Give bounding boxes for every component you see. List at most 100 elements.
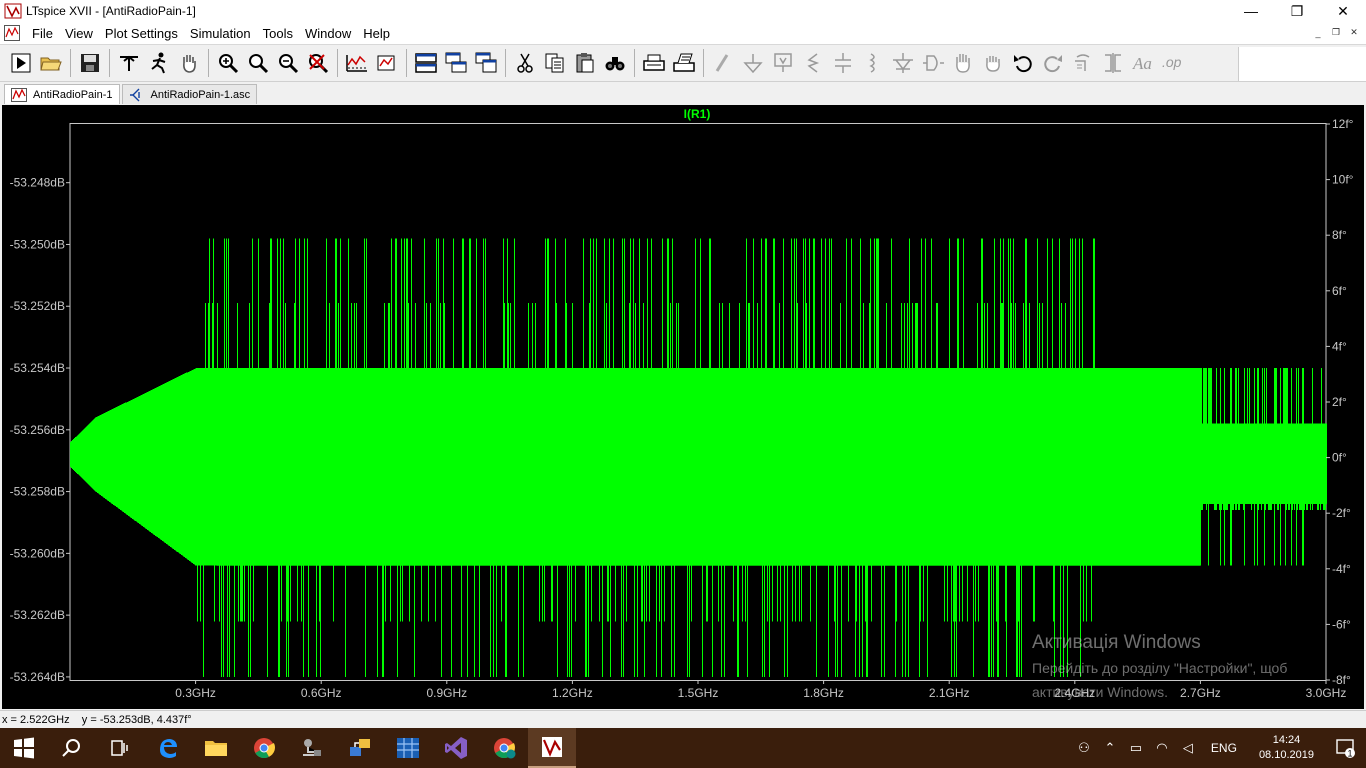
autorange-button[interactable] — [342, 48, 372, 78]
menu-file[interactable]: File — [26, 26, 59, 41]
menu-help[interactable]: Help — [357, 26, 396, 41]
redo-icon — [1044, 55, 1062, 73]
spice-directive-button[interactable]: .op — [1158, 48, 1188, 78]
redo-button[interactable] — [1038, 48, 1068, 78]
wire-button[interactable] — [708, 48, 738, 78]
visual-studio-button[interactable] — [432, 728, 480, 768]
menu-plot-settings[interactable]: Plot Settings — [99, 26, 184, 41]
rotate-icon — [1075, 54, 1090, 71]
trace-i-r1[interactable] — [70, 238, 1327, 677]
app-grid-button[interactable] — [384, 728, 432, 768]
battery-icon[interactable]: ▭ — [1123, 740, 1149, 756]
mdi-restore-button[interactable]: ❐ — [1328, 25, 1344, 40]
y-right-tick-label: 4f° — [1332, 339, 1347, 353]
move-button[interactable] — [948, 48, 978, 78]
network-tool-icon — [303, 739, 321, 756]
tab-schematic[interactable]: AntiRadioPain-1.asc — [121, 84, 258, 104]
people-icon[interactable]: ⚇ — [1071, 740, 1097, 756]
tab-schematic-label: AntiRadioPain-1.asc — [150, 88, 251, 101]
y-right-tick-label: -6f° — [1332, 617, 1351, 631]
chevron-up-icon[interactable]: ⌃ — [1097, 740, 1123, 756]
zoom-full-button[interactable] — [243, 48, 273, 78]
find-button[interactable] — [600, 48, 630, 78]
y-right-tick-label: -8f° — [1332, 673, 1351, 687]
volume-icon[interactable]: ◁ — [1175, 740, 1201, 756]
control-panel-button[interactable] — [114, 48, 144, 78]
wifi-icon[interactable]: ◠ — [1149, 740, 1175, 756]
close-button[interactable]: ✕ — [1320, 0, 1366, 22]
y-right-tick-label: 6f° — [1332, 284, 1347, 298]
paste-button[interactable] — [570, 48, 600, 78]
tile-vertical-button[interactable] — [471, 48, 501, 78]
copy-button[interactable] — [540, 48, 570, 78]
mdi-minimize-button[interactable]: _ — [1310, 25, 1326, 40]
halt-button[interactable] — [144, 48, 174, 78]
resistor-icon — [807, 53, 820, 73]
network-config-button[interactable] — [336, 728, 384, 768]
plot-title[interactable]: I(R1) — [684, 107, 711, 121]
undo-button[interactable] — [1008, 48, 1038, 78]
y-right-tick-label: 0f° — [1332, 451, 1347, 465]
plot-svg[interactable]: I(R1) 0.3GHz 0.6GHz 0.9GHz 1.2GHz 1.5GHz 1.8G… — [2, 105, 1364, 709]
x-tick-label: 2.7GHz — [1180, 686, 1221, 700]
y-left-tick-label: -53.260dB — [10, 546, 65, 560]
tile-horizontal-button[interactable] — [411, 48, 441, 78]
x-tick-label: 0.6GHz — [301, 686, 342, 700]
menu-view[interactable]: View — [59, 26, 99, 41]
tab-waveform[interactable]: AntiRadioPain-1 — [4, 84, 120, 104]
start-button[interactable] — [0, 728, 48, 768]
window-title: LTspice XVII - [AntiRadioPain-1] — [26, 4, 196, 18]
notification-center-icon[interactable]: 1 — [1326, 728, 1366, 768]
open-button[interactable] — [36, 48, 66, 78]
waveform-menu-icon[interactable] — [4, 25, 20, 41]
zoom-cancel-button[interactable] — [303, 48, 333, 78]
task-view-button[interactable] — [96, 728, 144, 768]
search-button[interactable] — [48, 728, 96, 768]
menu-window[interactable]: Window — [299, 26, 357, 41]
undo-icon — [1014, 55, 1032, 73]
tab-bar: AntiRadioPain-1 AntiRadioPain-1.asc — [0, 82, 1366, 104]
component-button[interactable] — [918, 48, 948, 78]
rotate-button[interactable] — [1068, 48, 1098, 78]
language-indicator[interactable]: ENG — [1211, 741, 1237, 755]
network-tool-button[interactable] — [288, 728, 336, 768]
drag-button[interactable] — [978, 48, 1008, 78]
taskbar: ⚇ ⌃ ▭ ◠ ◁ ENG 14:24 08.10.2019 1 — [0, 728, 1366, 768]
waveform-plot[interactable]: I(R1) 0.3GHz 0.6GHz 0.9GHz 1.2GHz 1.5GHz 1.8G… — [2, 105, 1364, 709]
minimize-button[interactable]: — — [1228, 0, 1274, 22]
print-button[interactable] — [639, 48, 669, 78]
marker-button[interactable] — [372, 48, 402, 78]
mdi-close-button[interactable]: ✕ — [1346, 25, 1362, 40]
cascade-button[interactable] — [441, 48, 471, 78]
print-setup-button[interactable] — [669, 48, 699, 78]
component-icon — [923, 55, 944, 71]
pan-button[interactable] — [174, 48, 204, 78]
inductor-button[interactable] — [858, 48, 888, 78]
diode-button[interactable] — [888, 48, 918, 78]
clock[interactable]: 14:24 08.10.2019 — [1259, 733, 1314, 763]
zoom-out-button[interactable] — [273, 48, 303, 78]
mirror-button[interactable] — [1098, 48, 1128, 78]
capacitor-button[interactable] — [828, 48, 858, 78]
menu-tools[interactable]: Tools — [257, 26, 299, 41]
ltspice-taskbar-button[interactable] — [528, 728, 576, 768]
cut-button[interactable] — [510, 48, 540, 78]
zoom-in-button[interactable] — [213, 48, 243, 78]
mirror-icon — [1105, 53, 1121, 73]
run-button[interactable] — [6, 48, 36, 78]
ground-button[interactable] — [738, 48, 768, 78]
label-button[interactable] — [768, 48, 798, 78]
edge-button[interactable] — [144, 728, 192, 768]
menu-simulation[interactable]: Simulation — [184, 26, 257, 41]
y-left-tick-label: -53.264dB — [10, 670, 65, 684]
save-button[interactable] — [75, 48, 105, 78]
chrome-button[interactable] — [240, 728, 288, 768]
windows-start-icon — [14, 737, 34, 759]
text-button[interactable]: Aa — [1128, 48, 1158, 78]
inductor-icon — [869, 53, 875, 73]
file-explorer-button[interactable] — [192, 728, 240, 768]
resistor-button[interactable] — [798, 48, 828, 78]
maximize-button[interactable]: ❐ — [1274, 0, 1320, 22]
clock-date: 08.10.2019 — [1258, 749, 1314, 761]
chrome-alt-button[interactable] — [480, 728, 528, 768]
